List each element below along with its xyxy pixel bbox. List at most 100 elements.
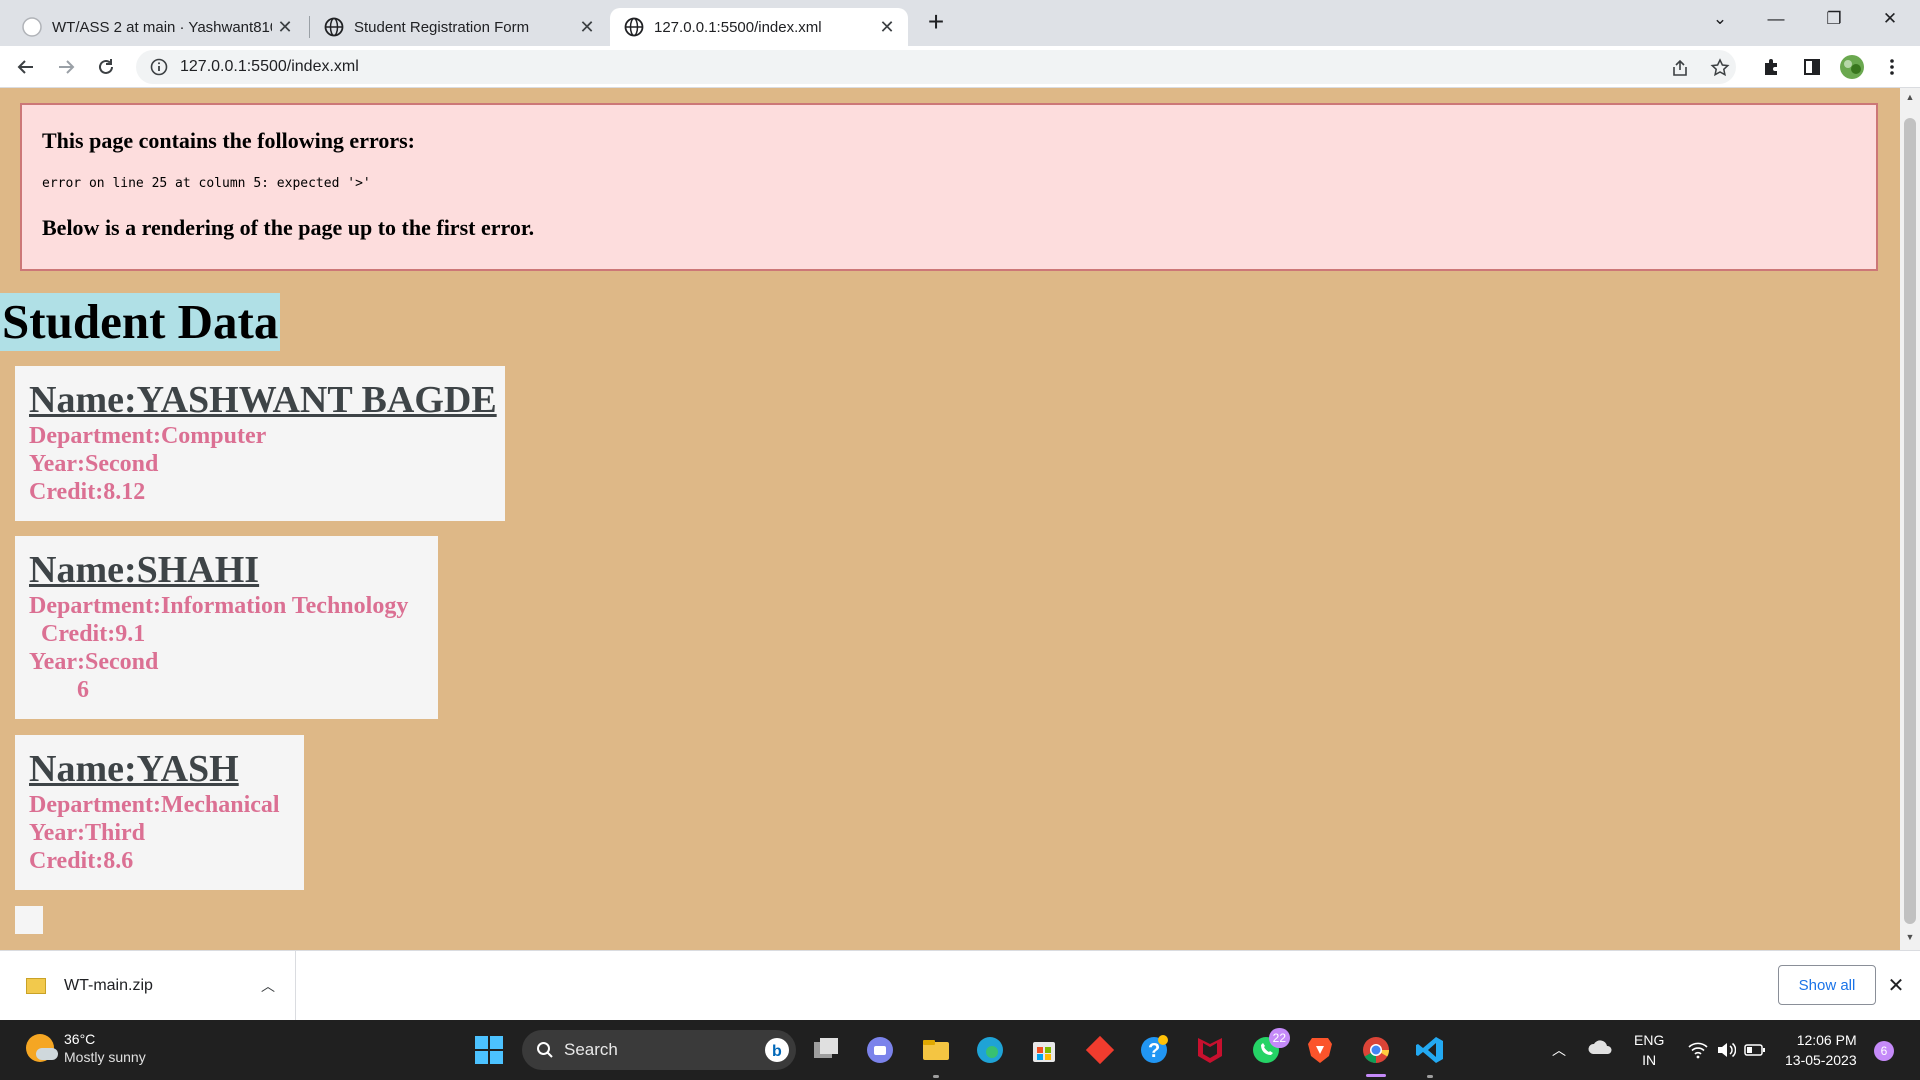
student-credit: Credit:9.1 — [29, 621, 146, 647]
search-icon — [537, 1042, 553, 1058]
error-below-note: Below is a rendering of the page up to t… — [42, 215, 535, 240]
onedrive-icon[interactable] — [1588, 1036, 1614, 1062]
vscode-open-indicator — [1427, 1075, 1433, 1078]
windows-start-icon[interactable] — [473, 1034, 505, 1066]
side-panel-button[interactable] — [1796, 51, 1828, 83]
arrow-left-icon — [17, 60, 33, 74]
system-clock[interactable]: 12:06 PM 13-05-2023 — [1785, 1030, 1857, 1070]
menu-button[interactable] — [1876, 51, 1908, 83]
student-card: Name:YASHWANT BAGDE Department:Computer … — [15, 366, 505, 521]
back-button[interactable] — [10, 51, 42, 83]
scroll-up-arrow-icon[interactable]: ▲ — [1900, 92, 1920, 106]
close-window-button[interactable]: ✕ — [1862, 0, 1918, 38]
page-title: Student Data — [0, 293, 281, 351]
info-icon[interactable] — [150, 58, 168, 76]
bing-icon[interactable]: b — [764, 1037, 790, 1063]
notification-count-badge[interactable]: 6 — [1874, 1041, 1894, 1061]
edge-icon[interactable] — [974, 1034, 1006, 1066]
battery-icon — [1744, 1044, 1765, 1056]
restore-button[interactable]: ❐ — [1806, 0, 1862, 38]
reload-button[interactable] — [90, 51, 122, 83]
share-icon[interactable] — [1670, 58, 1690, 78]
profile-avatar[interactable] — [1836, 51, 1868, 83]
svg-text:?: ? — [1148, 1040, 1160, 1062]
partly-sunny-icon — [26, 1034, 58, 1062]
whatsapp-button[interactable]: 22 — [1250, 1028, 1290, 1066]
student-year: Year:Second — [29, 451, 159, 477]
search-placeholder: Search — [564, 1040, 618, 1059]
student-year: Year:Second — [29, 649, 159, 675]
chevron-up-icon[interactable]: ︿ — [261, 976, 275, 996]
tab-github[interactable]: WT/ASS 2 at main · Yashwant810 ✕ — [8, 8, 306, 46]
scrollbar-thumb[interactable] — [1904, 118, 1916, 924]
student-card: Name:YASH Department:Mechanical Year:Thi… — [15, 735, 304, 890]
error-message: error on line 25 at column 5: expected '… — [42, 176, 371, 191]
download-shelf: WT-main.zip ︿ Show all ✕ — [0, 950, 1920, 1021]
avatar-icon — [1840, 55, 1864, 79]
puzzle-icon — [1765, 59, 1777, 75]
explorer-open-indicator — [933, 1075, 939, 1078]
new-tab-button[interactable]: + — [921, 8, 951, 38]
show-hidden-icons-chevron-icon[interactable]: ︿ — [1552, 1020, 1566, 1080]
download-filename[interactable]: WT-main.zip — [64, 977, 261, 995]
tab-index-xml[interactable]: 127.0.0.1:5500/index.xml ✕ — [610, 8, 908, 46]
forward-button[interactable] — [50, 51, 82, 83]
help-icon[interactable]: ? — [1138, 1034, 1170, 1066]
clock-time: 12:06 PM — [1796, 1032, 1857, 1048]
taskbar-search[interactable]: Search b — [522, 1030, 796, 1070]
minimize-button[interactable]: — — [1748, 0, 1804, 38]
mcafee-icon[interactable] — [1194, 1034, 1226, 1066]
show-all-button[interactable]: Show all — [1778, 965, 1876, 1005]
teams-chat-icon[interactable] — [864, 1034, 896, 1066]
tab-registration-form[interactable]: Student Registration Form ✕ — [310, 8, 608, 46]
error-heading: This page contains the following errors: — [42, 128, 415, 153]
volume-icon — [1718, 1042, 1736, 1058]
student-year: Year:Third — [29, 820, 145, 846]
tab-close-icon[interactable]: ✕ — [272, 14, 298, 40]
student-department: Department:Information Technology — [29, 593, 409, 619]
chrome-icon[interactable] — [1360, 1034, 1392, 1066]
microsoft-store-icon[interactable] — [1028, 1034, 1060, 1066]
github-icon — [22, 17, 42, 37]
student-extra-value: 6 — [29, 677, 89, 703]
windows-taskbar: 36°C Mostly sunny Search b ? 22 ︿ ENG IN… — [0, 1020, 1920, 1080]
kebab-menu-icon — [1890, 59, 1894, 75]
globe-icon — [624, 17, 644, 37]
file-explorer-icon[interactable] — [920, 1034, 952, 1066]
vscode-icon[interactable] — [1414, 1034, 1446, 1066]
bookmark-star-icon[interactable] — [1710, 58, 1730, 78]
url-text[interactable]: 127.0.0.1:5500/index.xml — [180, 58, 359, 76]
student-card: Name:SHAHI Department:Information Techno… — [15, 536, 438, 719]
system-tray-status[interactable] — [1688, 1020, 1766, 1080]
weather-widget[interactable]: 36°C Mostly sunny — [26, 1030, 146, 1066]
browser-toolbar: 127.0.0.1:5500/index.xml — [0, 46, 1920, 88]
language-code: ENG — [1634, 1032, 1665, 1048]
tab-search-chevron-icon[interactable]: ⌄ — [1692, 0, 1748, 38]
brave-icon[interactable] — [1304, 1034, 1336, 1066]
download-item[interactable]: WT-main.zip ︿ — [0, 951, 296, 1021]
page-scrollbar[interactable]: ▲ ▼ — [1900, 88, 1920, 950]
extensions-button[interactable] — [1756, 51, 1788, 83]
page-viewport: This page contains the following errors:… — [0, 88, 1900, 950]
arrow-right-icon — [59, 60, 75, 74]
xml-error-box: This page contains the following errors:… — [20, 103, 1878, 271]
clock-date: 13-05-2023 — [1785, 1052, 1857, 1068]
address-bar[interactable]: 127.0.0.1:5500/index.xml — [136, 50, 1736, 84]
student-credit: Credit:8.12 — [29, 479, 146, 505]
close-shelf-icon[interactable]: ✕ — [1884, 973, 1908, 998]
reload-icon — [99, 59, 113, 74]
git-icon[interactable] — [1084, 1034, 1116, 1066]
student-department: Department:Computer — [29, 423, 267, 449]
student-department: Department:Mechanical — [29, 792, 280, 818]
task-view-icon[interactable] — [810, 1034, 842, 1066]
tab-title: Student Registration Form — [354, 18, 530, 36]
whatsapp-unread-badge: 22 — [1268, 1028, 1290, 1048]
tab-close-icon[interactable]: ✕ — [874, 14, 900, 40]
tab-strip: WT/ASS 2 at main · Yashwant810 ✕ Student… — [0, 0, 1920, 46]
scroll-down-arrow-icon[interactable]: ▼ — [1900, 932, 1920, 946]
side-panel-icon — [1804, 59, 1820, 75]
student-name: Name:SHAHI — [29, 549, 260, 591]
chrome-active-indicator — [1366, 1074, 1386, 1077]
tab-close-icon[interactable]: ✕ — [574, 14, 600, 40]
input-language[interactable]: ENG IN — [1634, 1030, 1664, 1070]
